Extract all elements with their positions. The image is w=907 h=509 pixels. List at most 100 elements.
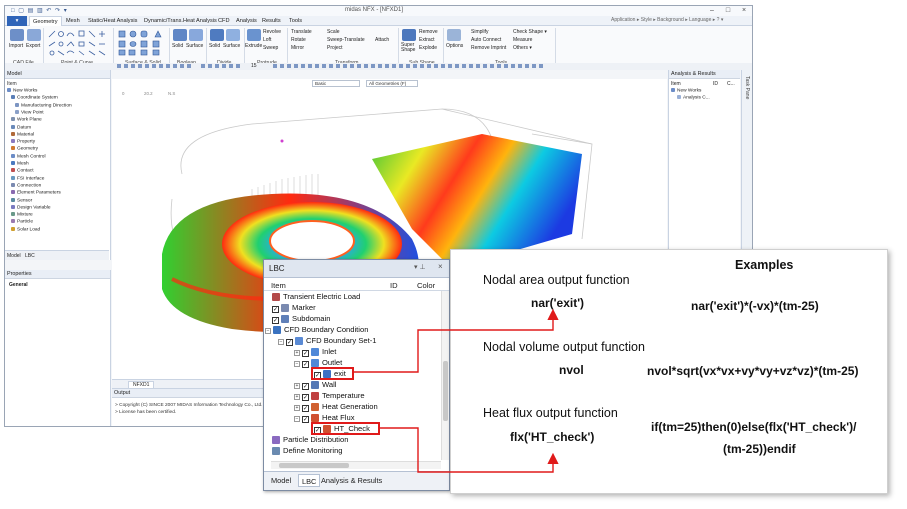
boolean-solid-button[interactable]: Solid <box>172 43 183 49</box>
quick-access-toolbar[interactable]: □ ▢ ▤ ▥ ↶ ↷ ▾ <box>11 7 68 14</box>
model-tree-item[interactable]: Coordinate System <box>11 95 58 101</box>
check-shape-button[interactable]: Check Shape ▾ <box>513 29 547 35</box>
divide-solid-icon[interactable] <box>210 29 224 41</box>
divide-solid-button[interactable]: Solid <box>209 43 220 49</box>
file-menu-button[interactable]: ▾ <box>7 16 27 26</box>
super-shape-icon[interactable] <box>402 29 416 41</box>
attach-button[interactable]: Attach <box>375 37 389 43</box>
boolean-solid-icon[interactable] <box>173 29 187 41</box>
checkbox[interactable]: ✓ <box>302 394 309 401</box>
model-tree-item[interactable]: Mixture <box>11 212 33 218</box>
point-curve-icons[interactable] <box>47 29 111 57</box>
model-tree-item[interactable]: Datum <box>11 124 31 130</box>
extract-button[interactable]: Extract <box>419 37 435 43</box>
zoom-value[interactable]: 15 <box>251 63 257 69</box>
import-button[interactable]: Import <box>9 43 23 49</box>
checkbox[interactable]: ✓ <box>286 339 293 346</box>
auto-connect-button[interactable]: Auto Connect <box>471 37 501 43</box>
tab-analysis[interactable]: Analysis <box>233 16 260 26</box>
measure-button[interactable]: Measure <box>513 37 532 43</box>
lbc-item-marker[interactable]: ✓ Marker <box>272 303 316 313</box>
tab-analysis-results[interactable]: Analysis & Results <box>318 474 385 487</box>
model-tree-item[interactable]: Solar Load <box>11 226 40 232</box>
lbc-item-define-monitoring[interactable]: Define Monitoring <box>272 446 343 456</box>
model-tree-item[interactable]: Work Plane <box>11 117 42 123</box>
results-tree-item[interactable]: New Works <box>671 88 701 94</box>
checkbox[interactable]: ✓ <box>302 361 309 368</box>
simplify-button[interactable]: Simplify <box>471 29 489 35</box>
lbc-horizontal-scrollbar[interactable] <box>271 461 441 469</box>
tab-mesh[interactable]: Mesh <box>63 16 83 26</box>
checkbox[interactable]: ✓ <box>302 350 309 357</box>
lbc-item-wall[interactable]: + ✓ Wall <box>294 380 336 390</box>
revolve-button[interactable]: Revolve <box>263 29 281 35</box>
extrude-button[interactable]: Extrude <box>245 43 262 49</box>
tab-tools[interactable]: Tools <box>286 16 305 26</box>
expand-icon[interactable]: + <box>294 383 300 389</box>
model-tree-item[interactable]: Geometry <box>11 146 38 152</box>
lbc-item-particle-distribution[interactable]: Particle Distribution <box>272 435 348 445</box>
tab-static-heat-analysis[interactable]: Static/Heat Analysis <box>85 16 140 26</box>
lbc-vertical-scrollbar[interactable] <box>441 291 449 460</box>
checkbox[interactable]: ✓ <box>302 383 309 390</box>
lbc-item-temperature[interactable]: + ✓ Temperature <box>294 391 365 401</box>
scrollbar-thumb[interactable] <box>279 463 349 468</box>
collapse-icon[interactable]: − <box>265 328 271 334</box>
mirror-button[interactable]: Mirror <box>291 45 304 51</box>
translate-button[interactable]: Translate <box>291 29 312 35</box>
model-tree-item[interactable]: Sensor <box>11 197 32 203</box>
tab-cfd[interactable]: CFD <box>215 16 233 26</box>
export-button[interactable]: Export <box>26 43 40 49</box>
menu-right-options[interactable]: Application ▸ Style ▸ Background ▸ Langu… <box>611 17 723 23</box>
super-shape-button[interactable]: Super Shape <box>401 43 417 53</box>
checkbox[interactable]: ✓ <box>272 317 279 324</box>
options-icon[interactable] <box>447 29 461 41</box>
extrude-icon[interactable] <box>247 29 261 41</box>
checkbox[interactable]: ✓ <box>302 416 309 423</box>
close-button[interactable]: × <box>737 6 751 15</box>
lbc-item-inlet[interactable]: + ✓ Inlet <box>294 347 336 357</box>
boolean-surface-icon[interactable] <box>189 29 203 41</box>
lbc-item-transient-electric-load[interactable]: Transient Electric Load <box>272 292 360 302</box>
project-button[interactable]: Project <box>327 45 343 51</box>
rotate-button[interactable]: Rotate <box>291 37 306 43</box>
results-tree-item[interactable]: Analysis C... <box>677 95 710 101</box>
boolean-surface-button[interactable]: Surface <box>186 43 203 49</box>
close-icon[interactable]: × <box>438 262 443 271</box>
expand-icon[interactable]: + <box>294 350 300 356</box>
collapse-icon[interactable]: − <box>294 416 300 422</box>
lbc-item-heat-generation[interactable]: + ✓ Heat Generation <box>294 402 378 412</box>
explode-button[interactable]: Explode <box>419 45 437 51</box>
model-tree-item[interactable]: Element Parameters <box>11 190 61 196</box>
others-button[interactable]: Others ▾ <box>513 45 532 51</box>
collapse-icon[interactable]: − <box>278 339 284 345</box>
export-icon[interactable] <box>27 29 41 41</box>
sweep-button[interactable]: Sweep <box>263 45 278 51</box>
expand-icon[interactable]: + <box>294 394 300 400</box>
model-tree-item[interactable]: FSI Interface <box>11 175 44 181</box>
model-tree-item[interactable]: Mesh Control <box>11 153 46 159</box>
lbc-item-subdomain[interactable]: ✓ Subdomain <box>272 314 330 324</box>
model-tree-item[interactable]: New Works <box>7 88 37 94</box>
lbc-item-cfd-boundary-set[interactable]: − ✓ CFD Boundary Set-1 <box>278 336 376 346</box>
checkbox[interactable]: ✓ <box>272 306 279 313</box>
surface-solid-tools[interactable] <box>117 29 167 57</box>
checkbox[interactable]: ✓ <box>302 405 309 412</box>
sweep-translate-button[interactable]: Sweep-Translate <box>327 37 365 43</box>
model-tree-item[interactable]: Mesh <box>11 161 29 167</box>
model-tree-item[interactable]: Connection <box>11 182 41 188</box>
model-tree-item[interactable]: Manufacturing Direction <box>15 102 72 108</box>
model-tree-item[interactable]: Contact <box>11 168 34 174</box>
tab-geometry[interactable]: Geometry <box>29 16 62 26</box>
loft-button[interactable]: Loft <box>263 37 271 43</box>
options-button[interactable]: Options <box>446 43 463 49</box>
divide-surface-icon[interactable] <box>226 29 240 41</box>
view-toolbar-icons[interactable] <box>5 63 565 70</box>
minimize-button[interactable]: – <box>705 6 719 15</box>
import-icon[interactable] <box>10 29 24 41</box>
scrollbar-thumb[interactable] <box>443 361 448 421</box>
tab-model[interactable]: Model <box>268 474 294 487</box>
expand-icon[interactable]: + <box>294 405 300 411</box>
lbc-item-cfd-boundary-condition[interactable]: − CFD Boundary Condition <box>265 325 368 335</box>
model-tree-item[interactable]: Property <box>11 139 35 145</box>
